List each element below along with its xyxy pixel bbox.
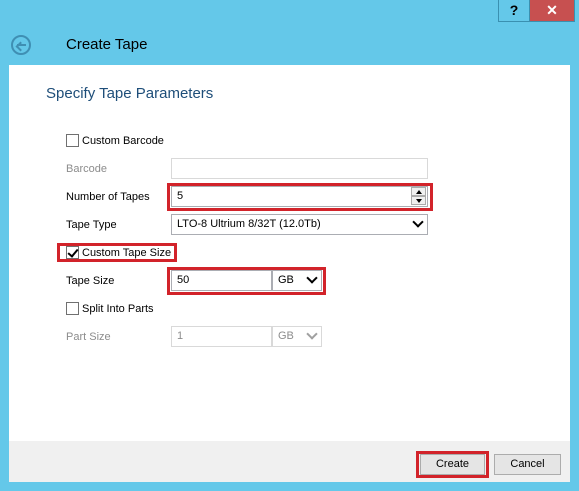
help-button[interactable]: ?: [498, 0, 530, 22]
custom-barcode-label[interactable]: Custom Barcode: [82, 135, 164, 147]
cancel-button[interactable]: Cancel: [494, 454, 561, 475]
split-into-parts-checkbox[interactable]: [66, 302, 79, 315]
tape-size-label: Tape Size: [66, 275, 115, 287]
button-bar: Create Cancel: [9, 441, 570, 482]
tape-type-label: Tape Type: [66, 219, 117, 231]
back-arrow-icon[interactable]: [11, 35, 31, 55]
number-of-tapes-highlight: [167, 183, 433, 211]
tape-type-value: LTO-8 Ultrium 8/32T (12.0Tb): [177, 218, 321, 230]
barcode-label: Barcode: [66, 163, 107, 175]
chevron-down-icon: [306, 328, 318, 340]
part-size-input[interactable]: 1: [171, 326, 272, 347]
section-title: Specify Tape Parameters: [46, 85, 214, 102]
part-size-unit-value: GB: [278, 330, 294, 342]
custom-tape-size-highlight: [57, 243, 177, 262]
tape-size-highlight: [167, 267, 326, 295]
chevron-down-icon: [412, 216, 424, 228]
close-button[interactable]: ✕: [529, 0, 575, 22]
barcode-input[interactable]: [171, 158, 428, 179]
split-into-parts-label[interactable]: Split Into Parts: [82, 303, 154, 315]
create-button-highlight: [416, 451, 489, 478]
part-size-label: Part Size: [66, 331, 111, 343]
content-panel: Specify Tape Parameters Custom Barcode B…: [9, 65, 570, 441]
part-size-unit-select[interactable]: GB: [272, 326, 322, 347]
window-title: Create Tape: [66, 36, 148, 53]
tape-type-select[interactable]: LTO-8 Ultrium 8/32T (12.0Tb): [171, 214, 428, 235]
create-tape-window: ? ✕ Create Tape Specify Tape Parameters …: [0, 0, 579, 491]
number-of-tapes-label: Number of Tapes: [66, 191, 150, 203]
custom-barcode-checkbox[interactable]: [66, 134, 79, 147]
